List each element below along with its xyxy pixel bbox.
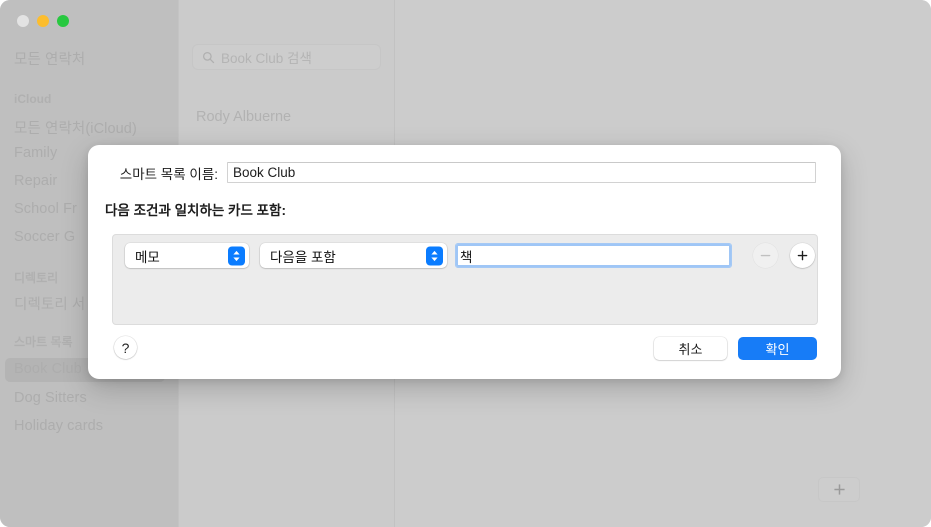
sidebar-group-header-directory: 디렉토리 xyxy=(14,271,59,285)
maximize-window-button[interactable] xyxy=(57,15,69,27)
minus-icon xyxy=(760,254,771,257)
condition-value-input[interactable] xyxy=(455,243,732,268)
plus-icon xyxy=(833,484,845,495)
sidebar-item-holiday-cards[interactable]: Holiday cards xyxy=(14,418,103,434)
condition-row: 메모 다음을 포함 xyxy=(125,243,815,268)
smart-list-name-row: 스마트 목록 이름: xyxy=(88,162,841,183)
sidebar-item-directory-server[interactable]: 디렉토리 서 xyxy=(14,293,85,314)
cancel-button-label: 취소 xyxy=(678,342,703,357)
search-icon xyxy=(202,51,215,63)
help-button[interactable]: ? xyxy=(114,336,137,359)
sidebar-item-dog-sitters[interactable]: Dog Sitters xyxy=(14,390,87,406)
sidebar-group-header-icloud: iCloud xyxy=(14,92,52,106)
minimize-window-button[interactable] xyxy=(37,15,49,27)
condition-field-value: 메모 xyxy=(135,249,160,265)
sidebar-item-soccer-group[interactable]: Soccer G xyxy=(14,229,75,245)
match-conditions-label: 다음 조건과 일치하는 카드 포함: xyxy=(105,203,286,218)
add-condition-button[interactable] xyxy=(790,243,815,268)
smart-list-dialog: 스마트 목록 이름: 다음 조건과 일치하는 카드 포함: 메모 다음을 포함 xyxy=(88,145,841,379)
close-window-button[interactable] xyxy=(17,15,29,27)
plus-icon xyxy=(797,250,808,261)
smart-list-name-label: 스마트 목록 이름: xyxy=(119,166,218,182)
sidebar-item-book-club[interactable]: Book Club xyxy=(14,361,82,377)
confirm-button[interactable]: 확인 xyxy=(738,337,817,360)
chevron-up-down-icon xyxy=(228,246,245,265)
condition-field-dropdown[interactable]: 메모 xyxy=(125,243,249,268)
sidebar-item-repair[interactable]: Repair xyxy=(14,173,57,189)
sidebar-item-all-contacts[interactable]: 모든 연락처 xyxy=(14,48,85,69)
help-button-label: ? xyxy=(121,339,130,356)
remove-condition-button[interactable] xyxy=(753,243,778,268)
search-input[interactable]: Book Club 검색 xyxy=(192,44,381,70)
sidebar-item-family[interactable]: Family xyxy=(14,145,57,161)
condition-operator-dropdown[interactable]: 다음을 포함 xyxy=(260,243,447,268)
conditions-panel: 메모 다음을 포함 xyxy=(112,234,818,325)
sidebar-item-school-friends[interactable]: School Fr xyxy=(14,201,77,217)
confirm-button-label: 확인 xyxy=(765,342,790,357)
search-placeholder-text: Book Club 검색 xyxy=(221,51,312,66)
chevron-up-down-icon xyxy=(426,246,443,265)
smart-list-name-input[interactable] xyxy=(227,162,816,183)
cancel-button[interactable]: 취소 xyxy=(654,337,727,360)
sidebar-item-all-contacts-icloud[interactable]: 모든 연락처(iCloud) xyxy=(14,117,137,138)
add-card-button[interactable] xyxy=(818,477,860,502)
window-traffic-lights xyxy=(17,15,69,27)
condition-operator-value: 다음을 포함 xyxy=(270,249,336,265)
sidebar-group-header-smart-lists: 스마트 목록 xyxy=(14,335,73,349)
list-item[interactable]: Rody Albuerne xyxy=(196,109,291,125)
